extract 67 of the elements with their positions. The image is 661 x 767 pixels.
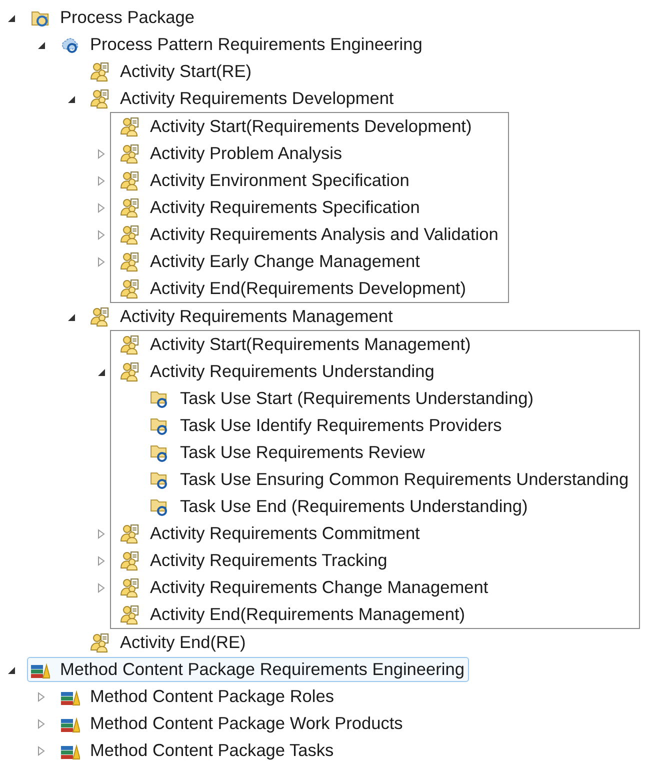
tree-item[interactable]: Activity Requirements Specification (117, 195, 425, 220)
folder-sync-icon (150, 442, 170, 462)
tree-item[interactable]: Activity Problem Analysis (117, 141, 348, 166)
tree-item[interactable]: Activity End(Requirements Development) (117, 276, 471, 301)
people-document-icon (120, 334, 140, 354)
tree-item[interactable]: Process Pattern Requirements Engineering (57, 32, 428, 57)
people-document-icon (90, 88, 110, 108)
tree-item[interactable]: Activity Requirements Development (87, 86, 399, 111)
tree-item[interactable]: Activity Environment Specification (117, 168, 414, 193)
people-document-icon (120, 170, 140, 190)
tree-item[interactable]: Activity Requirements Tracking (117, 548, 392, 573)
tree-item[interactable]: Activity Start(Requirements Management) (117, 332, 476, 357)
tree-item[interactable]: Method Content Package Requirements Engineering (27, 657, 470, 682)
collapsed-arrow-icon[interactable] (96, 176, 106, 186)
people-document-icon (120, 524, 140, 544)
people-document-icon (120, 198, 140, 218)
folder-sync-icon (150, 496, 170, 516)
tree-item[interactable]: Task Use Start (Requirements Understanding) (147, 386, 538, 411)
people-document-icon (120, 604, 140, 624)
tree-item[interactable]: Activity Requirements Commitment (117, 521, 425, 546)
collapsed-arrow-icon[interactable] (96, 256, 106, 266)
people-document-icon (90, 62, 110, 82)
collapsed-arrow-icon[interactable] (36, 718, 46, 728)
people-document-icon (120, 578, 140, 598)
people-document-icon (120, 224, 140, 244)
tree-item[interactable]: Method Content Package Tasks (57, 738, 339, 763)
tree-item[interactable]: Activity Early Change Management (117, 249, 425, 274)
collapsed-arrow-icon[interactable] (96, 230, 106, 240)
tree-item[interactable]: Activity Start(Requirements Development) (117, 114, 477, 139)
collapsed-arrow-icon[interactable] (36, 746, 46, 756)
folder-sync-icon (150, 416, 170, 436)
people-document-icon (90, 306, 110, 326)
people-document-icon (120, 252, 140, 272)
collapsed-arrow-icon[interactable] (96, 202, 106, 212)
tree-item[interactable]: Task Use End (Requirements Understanding) (147, 494, 533, 519)
expanded-arrow-icon[interactable] (96, 366, 106, 376)
tree-item[interactable]: Activity Requirements Understanding (117, 359, 440, 384)
expanded-arrow-icon[interactable] (36, 40, 46, 50)
tree-item[interactable]: Activity Requirements Change Management (117, 575, 494, 600)
folder-sync-icon (150, 470, 170, 490)
expanded-arrow-icon[interactable] (6, 12, 16, 22)
collapsed-arrow-icon[interactable] (36, 692, 46, 702)
collapsed-arrow-icon[interactable] (96, 148, 106, 158)
people-document-icon (120, 144, 140, 164)
people-document-icon (120, 362, 140, 382)
tree-item[interactable]: Process Package (27, 5, 200, 30)
tree-item[interactable]: Method Content Package Roles (57, 684, 340, 709)
tree-item[interactable]: Activity Requirements Management (87, 304, 398, 329)
tree-item[interactable]: Task Use Identify Requirements Providers (147, 413, 507, 438)
tree-item[interactable]: Task Use Requirements Review (147, 440, 430, 465)
collapsed-arrow-icon[interactable] (96, 556, 106, 566)
expanded-arrow-icon[interactable] (66, 94, 76, 104)
tree-item[interactable]: Activity End(RE) (87, 630, 251, 655)
tree-item[interactable]: Activity Requirements Analysis and Validation (117, 222, 504, 247)
collapsed-arrow-icon[interactable] (96, 582, 106, 592)
tree-item[interactable]: Task Use Ensuring Common Requirements Understanding (147, 467, 634, 492)
expanded-arrow-icon[interactable] (66, 312, 76, 322)
tree-item[interactable]: Activity End(Requirements Management) (117, 602, 470, 627)
expanded-arrow-icon[interactable] (6, 664, 16, 674)
folder-sync-icon (150, 388, 170, 408)
tree-item[interactable]: Activity Start(RE) (87, 59, 257, 84)
people-document-icon (120, 278, 140, 298)
people-document-icon (90, 632, 110, 652)
collapsed-arrow-icon[interactable] (96, 528, 106, 538)
people-document-icon (120, 116, 140, 136)
tree-item[interactable]: Method Content Package Work Products (57, 711, 408, 736)
people-document-icon (120, 550, 140, 570)
